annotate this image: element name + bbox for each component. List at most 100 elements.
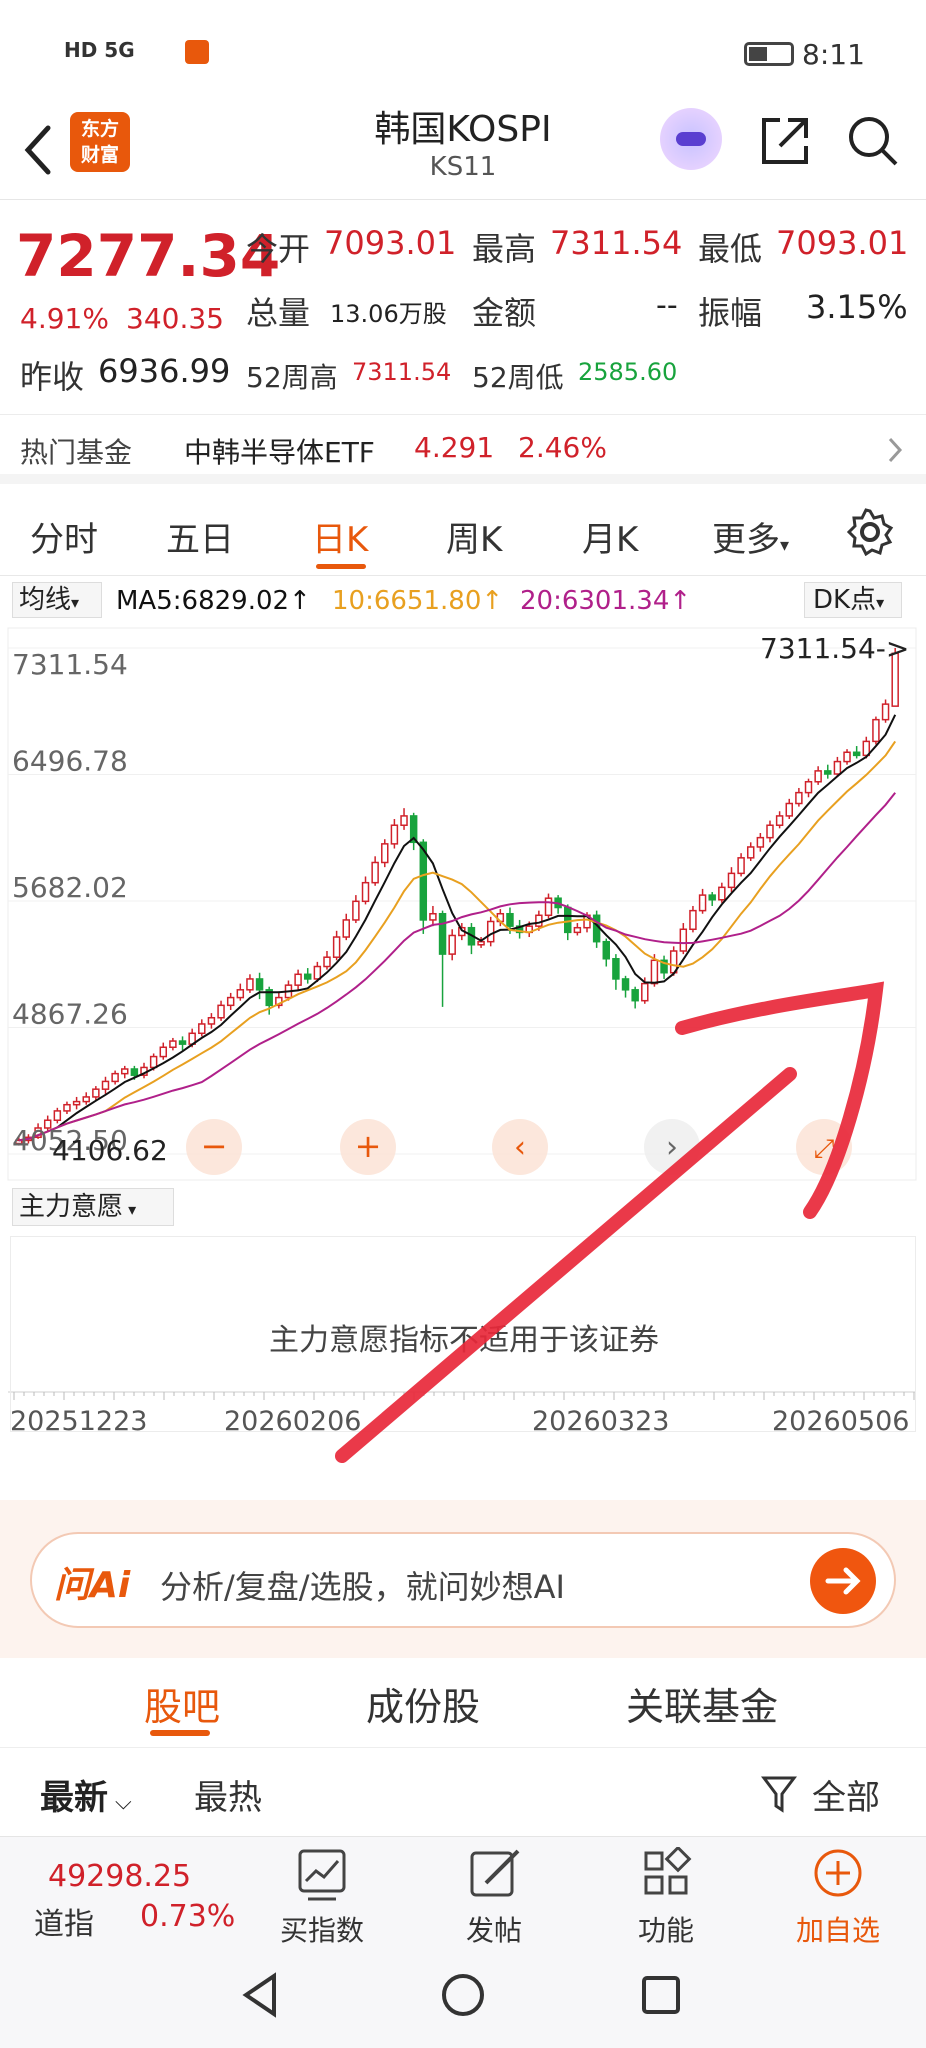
- dji-ticker[interactable]: 49298.25 道指 0.73%: [0, 1837, 240, 1949]
- candle-body: [352, 900, 360, 921]
- candle-body: [737, 857, 745, 875]
- ai-assistant-icon[interactable]: [660, 108, 722, 170]
- low-label: 最低: [698, 230, 763, 268]
- add-watchlist-button[interactable]: 加自选: [778, 1847, 898, 1947]
- high-value: 7311.54: [550, 224, 683, 262]
- ma20-value: 20:6301.34↑: [520, 586, 691, 616]
- candle-body: [785, 802, 793, 817]
- ask-ai-submit-button[interactable]: [810, 1548, 876, 1614]
- candle-body: [255, 978, 264, 991]
- filter-icon[interactable]: [760, 1772, 800, 1816]
- candle-body: [448, 934, 456, 955]
- candle-body: [535, 914, 543, 927]
- y-tick-label: 6496.78: [12, 745, 128, 778]
- candle-body: [101, 1080, 110, 1090]
- y-tick-label: 4867.26: [12, 998, 128, 1031]
- chevron-right-icon: [888, 437, 903, 463]
- dk-point-label: DK点: [813, 585, 877, 615]
- high-label: 最高: [472, 230, 537, 268]
- prev-close-value: 6936.99: [98, 352, 231, 390]
- candle-body: [313, 965, 322, 980]
- candle-body: [53, 1110, 62, 1121]
- tab-more[interactable]: 更多▾: [712, 512, 789, 561]
- chevron-right-icon: ›: [666, 1130, 678, 1165]
- tab-intraday[interactable]: 分时: [30, 512, 98, 561]
- candle-body: [226, 996, 235, 1007]
- candle-body: [756, 836, 765, 848]
- plus-icon: +: [355, 1127, 382, 1165]
- candle-body: [650, 959, 659, 985]
- tab-forum[interactable]: 股吧: [144, 1676, 220, 1731]
- candle-body: [679, 928, 688, 952]
- system-nav-bar: [0, 1948, 926, 2048]
- tab-more-label: 更多: [712, 520, 780, 560]
- tab-five-day[interactable]: 五日: [166, 512, 234, 561]
- candle-body: [342, 919, 350, 938]
- wk52-high-label: 52周高: [246, 361, 338, 394]
- caret-down-icon: ▾: [780, 535, 790, 556]
- ask-ai-logo: 问Ai: [54, 1565, 131, 1606]
- low-marker-label: 4106.62: [52, 1134, 168, 1167]
- arrow-right-icon: [825, 1567, 861, 1595]
- candle-body: [746, 846, 755, 859]
- sort-latest[interactable]: 最新 ⌵: [40, 1770, 132, 1819]
- candle-body: [804, 781, 813, 794]
- candle-body: [303, 973, 312, 980]
- hot-fund-bar[interactable]: 热门基金 中韩半导体ETF 4.291 2.46%: [0, 414, 926, 484]
- high-marker-label: 7311.54->: [760, 632, 909, 665]
- candle-body: [82, 1096, 90, 1103]
- recents-square-icon[interactable]: [636, 1970, 686, 2020]
- tab-active-indicator: [150, 1730, 210, 1736]
- candle-body: [881, 703, 890, 721]
- share-icon[interactable]: [758, 114, 812, 168]
- amplitude-label: 振幅: [698, 294, 763, 332]
- tab-constituents[interactable]: 成份股: [366, 1676, 480, 1731]
- ma5-value: MA5:6829.02↑: [116, 586, 311, 616]
- bottom-toolbar: 49298.25 道指 0.73% 买指数 发帖 功能 加自选: [0, 1836, 926, 1948]
- home-circle-icon[interactable]: [438, 1970, 488, 2020]
- candle-body: [178, 1040, 187, 1045]
- dk-point-selector[interactable]: DK点▾: [804, 582, 902, 618]
- tab-active-indicator: [316, 564, 366, 569]
- hot-fund-price: 4.291: [414, 431, 495, 464]
- candle-body: [852, 751, 861, 757]
- tab-monthly-k[interactable]: 月K: [582, 512, 638, 561]
- hot-fund-name[interactable]: 中韩半导体ETF: [184, 431, 375, 471]
- indicator-selector[interactable]: 主力意愿 ▾: [12, 1188, 174, 1226]
- volume-label: 总量: [246, 294, 311, 332]
- candle-body: [708, 894, 716, 901]
- candle-body: [169, 1040, 177, 1049]
- back-triangle-icon[interactable]: [236, 1970, 286, 2020]
- candle-body: [718, 886, 726, 901]
- caret-down-icon: ▾: [123, 1200, 137, 1219]
- functions-button[interactable]: 功能: [606, 1845, 726, 1947]
- settings-gear-icon[interactable]: [846, 508, 894, 556]
- post-button[interactable]: 发帖: [434, 1847, 554, 1947]
- ask-ai-input[interactable]: 问Ai 分析/复盘/选股，就问妙想AI: [30, 1532, 896, 1628]
- arrow-up-icon: ↑: [669, 586, 692, 616]
- search-icon[interactable]: [846, 114, 900, 168]
- prev-close-label: 昨收: [20, 358, 85, 396]
- app-notification-icon: [185, 40, 209, 64]
- ma20-text: 20:6301.34: [520, 586, 670, 616]
- tab-related-funds[interactable]: 关联基金: [626, 1676, 778, 1731]
- candle-body: [400, 815, 408, 826]
- ask-ai-section: 问Ai 分析/复盘/选股，就问妙想AI: [0, 1500, 926, 1658]
- candle-body: [198, 1023, 206, 1035]
- ma-selector[interactable]: 均线▾: [12, 582, 102, 618]
- chevron-left-icon: ‹: [514, 1130, 526, 1165]
- tab-weekly-k[interactable]: 周K: [446, 512, 502, 561]
- open-value: 7093.01: [324, 224, 457, 262]
- candle-body: [573, 926, 582, 934]
- hot-fund-label: 热门基金: [20, 436, 133, 469]
- quote-panel: 7277.34 4.91% 340.35 昨收 6936.99 今开 7093.…: [0, 200, 926, 414]
- sort-hottest[interactable]: 最热: [194, 1770, 262, 1819]
- add-watchlist-label: 加自选: [795, 1914, 880, 1947]
- last-price: 7277.34: [16, 222, 281, 290]
- tab-daily-k[interactable]: 日K: [312, 512, 368, 561]
- dji-name: 道指: [34, 1907, 94, 1942]
- candle-body: [149, 1055, 158, 1069]
- buy-index-button[interactable]: 买指数: [262, 1847, 382, 1947]
- filter-all[interactable]: 全部: [812, 1770, 880, 1819]
- edit-icon: [470, 1849, 520, 1897]
